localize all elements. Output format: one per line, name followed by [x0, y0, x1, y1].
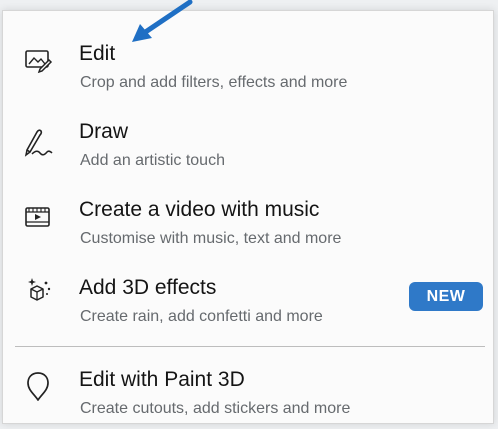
menu-item-title: Add 3D effects	[79, 276, 217, 299]
new-badge: NEW	[409, 282, 483, 311]
menu-item-description: Crop and add filters, effects and more	[80, 74, 348, 91]
context-menu: Edit Crop and add filters, effects and m…	[2, 10, 494, 424]
edit-photo-icon	[19, 41, 57, 79]
menu-item-edit[interactable]: Edit Crop and add filters, effects and m…	[3, 31, 493, 103]
menu-divider	[15, 346, 485, 347]
menu-item-title: Draw	[79, 120, 129, 143]
menu-item-description: Create cutouts, add stickers and more	[80, 400, 351, 417]
annotation-arrow-icon	[132, 0, 193, 42]
video-clip-icon	[19, 197, 57, 235]
3d-effects-icon	[19, 272, 57, 310]
menu-item-title: Edit with Paint 3D	[79, 368, 245, 391]
menu-item-title: Edit	[79, 42, 116, 65]
menu-item-description: Customise with music, text and more	[80, 230, 342, 247]
menu-item-description: Create rain, add confetti and more	[80, 308, 323, 325]
menu-item-description: Add an artistic touch	[80, 152, 225, 169]
menu-item-create-video[interactable]: Create a video with music Customise with…	[3, 185, 493, 257]
paint-3d-icon	[19, 367, 57, 405]
menu-item-title: Create a video with music	[79, 198, 320, 221]
menu-item-edit-paint-3d[interactable]: Edit with Paint 3D Create cutouts, add s…	[3, 353, 493, 425]
pen-draw-icon	[19, 124, 57, 162]
menu-item-draw[interactable]: Draw Add an artistic touch	[3, 108, 493, 180]
